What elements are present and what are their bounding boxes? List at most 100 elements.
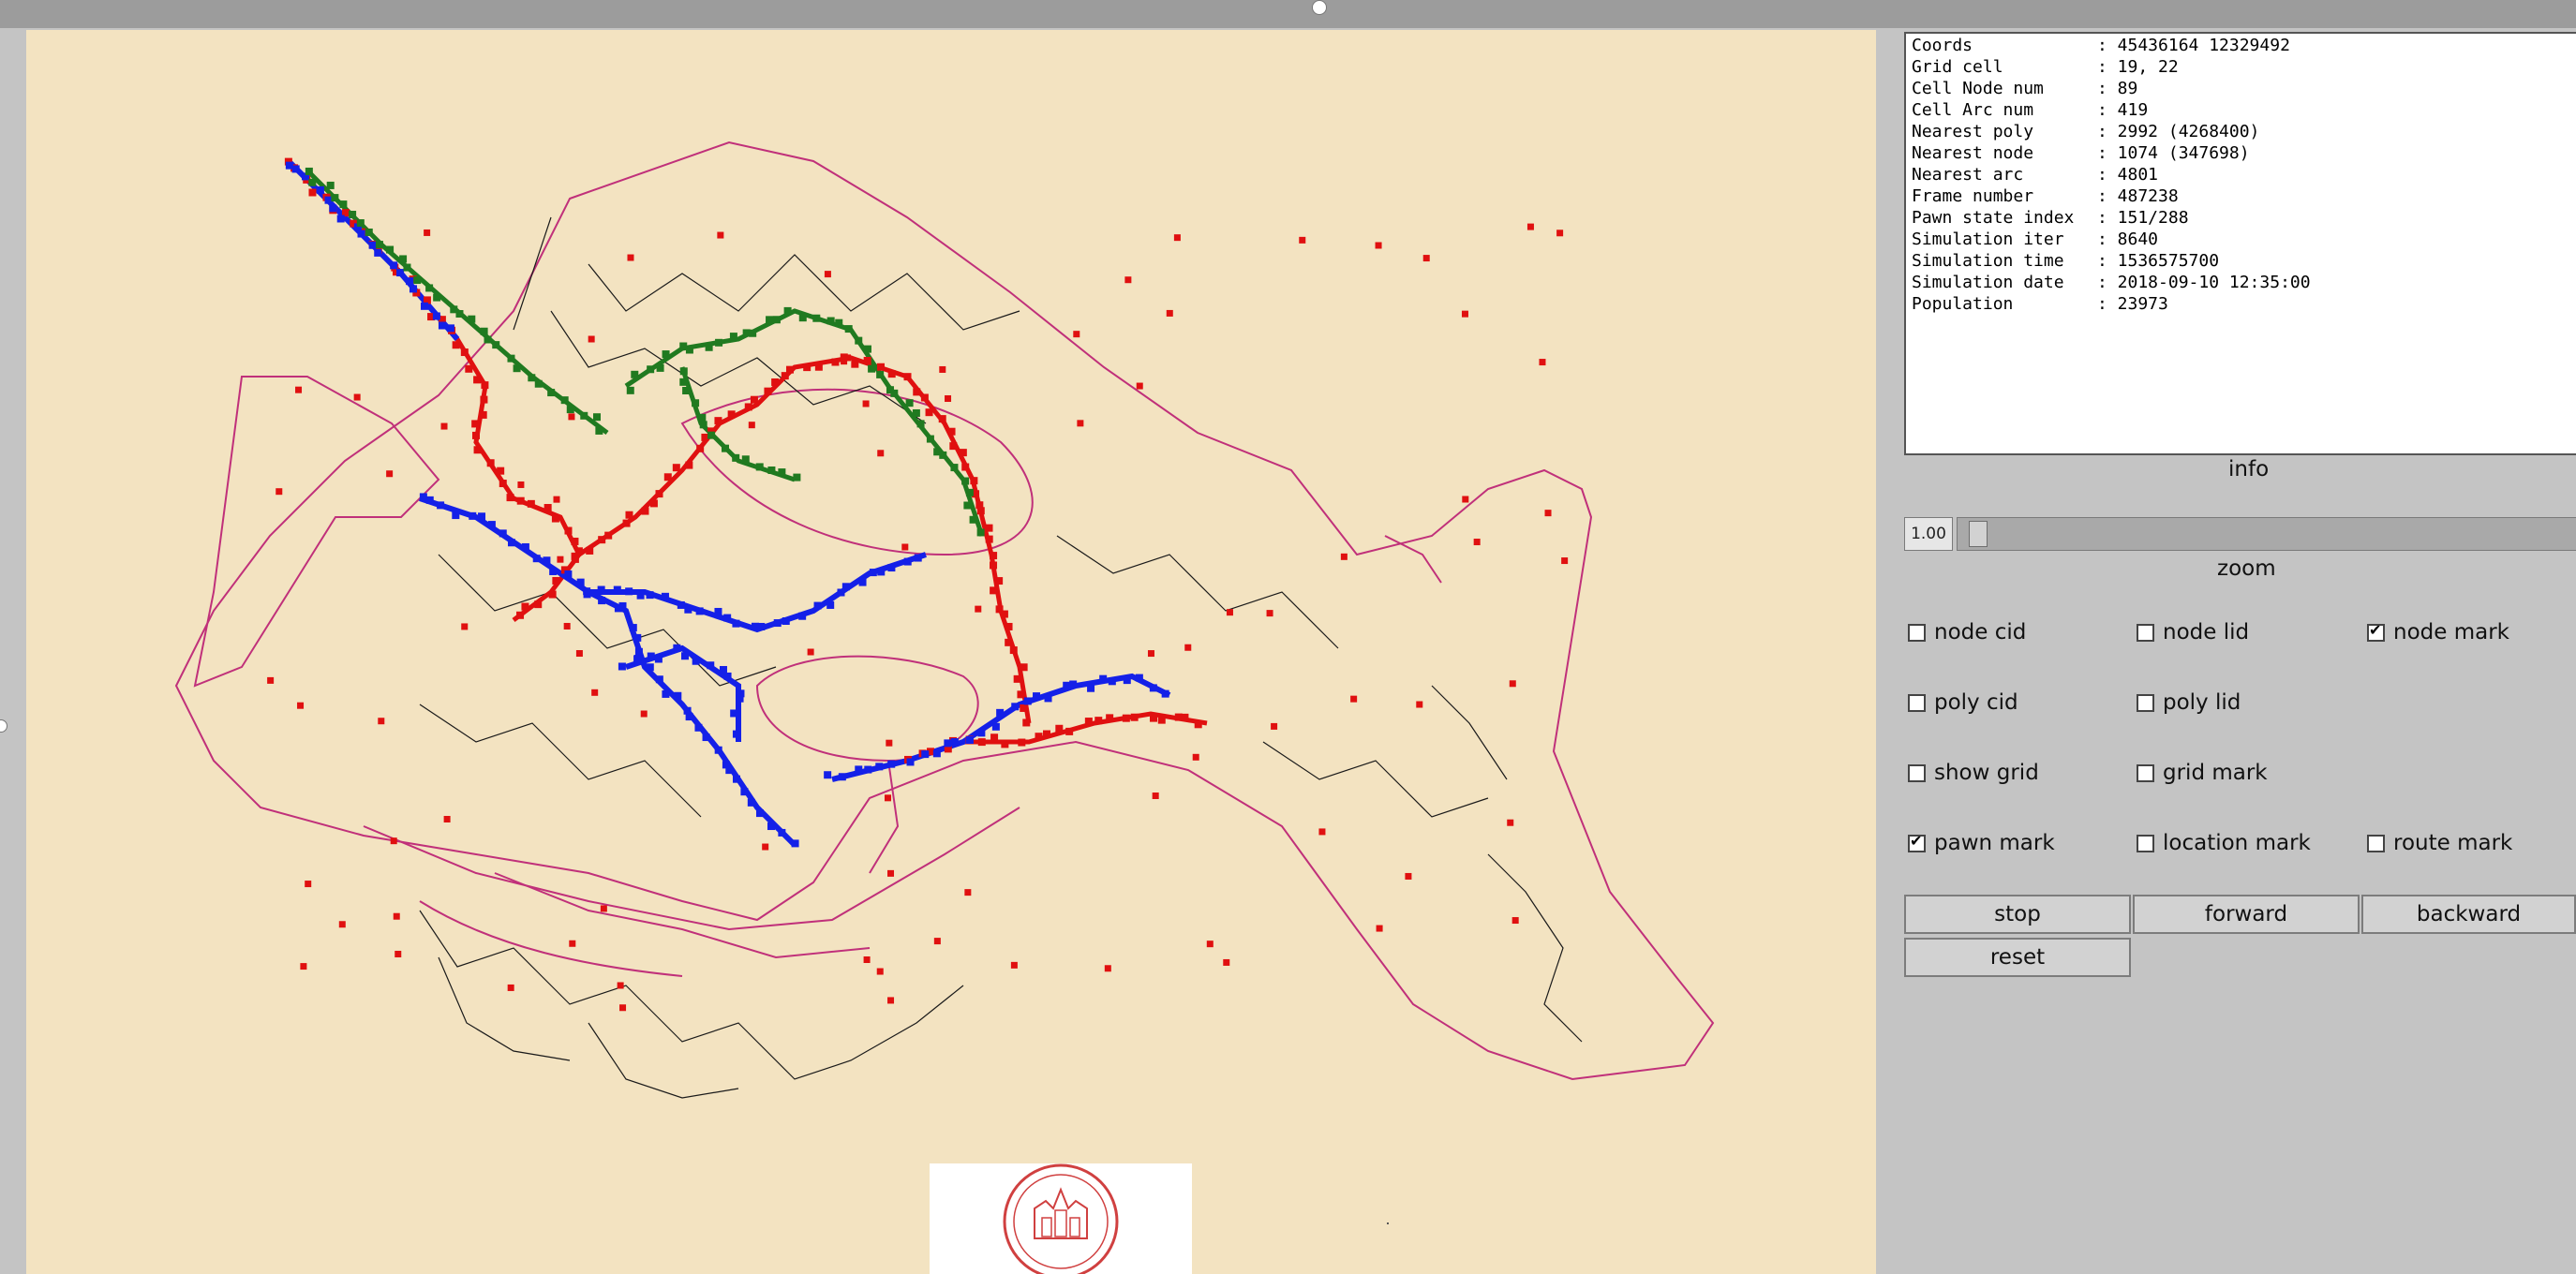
pawn-marker [438,321,446,330]
pawn-marker [521,602,529,611]
pawn-marker [1206,941,1214,948]
pawn-marker [308,188,317,197]
pawn-marker [876,363,885,371]
pawn-marker [598,597,606,605]
pawn-marker [1266,610,1273,617]
pawn-marker [564,526,573,535]
map-canvas[interactable] [26,30,1876,1274]
pawn-marker [1375,242,1382,249]
pawn-marker [1166,309,1173,317]
pawn-marker [977,729,986,737]
pawn-marker [424,229,431,236]
pawn-marker [613,585,621,594]
pawn-marker [1023,697,1032,705]
pawn-marker [1122,714,1130,722]
pawn-marker [349,211,357,219]
pawn-marker [465,364,473,373]
pawn-marker [841,583,850,591]
pawn-mark-checkbox[interactable]: pawn mark [1908,831,2055,855]
pawn-marker [1194,720,1202,729]
pawn-marker [1526,223,1534,230]
pawn-marker [677,600,685,609]
pawn-marker [437,501,445,510]
pawn-marker [378,718,385,725]
pawn-marker [717,231,724,239]
pawn-marker [1149,684,1157,692]
pawn-marker [516,496,525,505]
pawn-marker [617,982,624,989]
forward-button[interactable]: forward [2133,895,2360,934]
backward-button[interactable]: backward [2361,895,2576,934]
pawn-marker [649,499,658,508]
pawn-marker [939,451,947,459]
pawn-marker [945,394,952,402]
pawn-marker [646,663,654,672]
location-mark-checkbox[interactable]: location mark [2137,831,2311,855]
pawn-marker [365,228,373,236]
pawn-marker [506,494,514,502]
pawn-marker [1000,610,1008,618]
pawn-marker [527,499,535,508]
pawn-marker [1106,714,1114,722]
zoom-slider[interactable] [1957,517,2576,551]
pawn-marker [723,672,732,680]
node-cid-checkbox[interactable]: node cid [1908,620,2026,644]
pawn-marker [912,408,920,417]
pawn-marker [661,592,669,600]
pawn-marker [685,461,693,469]
resize-handle-left[interactable] [0,719,7,733]
pawn-marker [916,420,925,428]
stop-button[interactable]: stop [1904,895,2131,934]
pawn-marker [548,590,557,599]
pawn-marker [864,765,872,774]
pawn-marker [419,493,427,501]
pawn-marker [507,984,514,991]
pawn-marker [598,536,606,544]
info-line: Population: 23973 [1912,293,2571,315]
pawn-marker [295,386,303,393]
show-grid-checkbox[interactable]: show grid [1908,761,2039,785]
pawn-marker [409,285,417,293]
pawn-marker [1011,703,1020,711]
poly-lid-checkbox[interactable]: poly lid [2137,690,2241,715]
resize-handle-top[interactable] [1312,0,1327,15]
info-label: Grid cell [1912,57,2003,77]
node-mark-checkbox[interactable]: node mark [2367,620,2509,644]
pawn-marker [1561,557,1569,565]
info-line: Simulation time : 1536575700 [1912,250,2571,272]
pawn-marker [721,444,729,452]
pawn-marker [568,413,575,421]
pawn-marker [950,464,959,472]
info-line: Pawn state index: 151/288 [1912,207,2571,229]
route-mark-checkbox[interactable]: route mark [2367,831,2512,855]
poly-cid-checkbox[interactable]: poly cid [1908,690,2018,715]
pawn-marker [1350,695,1358,703]
zoom-slider-thumb[interactable] [1969,521,1988,547]
pawn-marker [995,577,1004,585]
pawn-marker [275,488,283,496]
pawn-marker [969,515,977,524]
pawn-marker [507,354,515,363]
venice-map-svg [174,141,1715,1099]
pawn-marker [492,341,500,349]
pawn-marker [772,316,781,324]
pawn-marker [767,466,776,474]
pawn-marker [1001,740,1009,748]
pawn-marker [1509,680,1516,688]
info-value: : 1536575700 [2097,251,2220,271]
info-label: Pawn state index [1912,208,2075,228]
pawn-marker [681,652,690,660]
pawn-marker [399,255,408,263]
grid-mark-checkbox[interactable]: grid mark [2137,761,2268,785]
pawn-marker [353,393,361,401]
pawn-marker [699,421,707,429]
info-label: Simulation time [1912,251,2064,271]
pawn-marker [855,336,863,345]
pawn-marker [749,329,757,337]
info-value: : 2018-09-10 12:35:00 [2097,273,2311,292]
node-lid-checkbox[interactable]: node lid [2137,620,2249,644]
street-network [419,216,1583,1099]
pawn-marker [547,389,556,397]
pawn-marker [1184,644,1192,651]
reset-button[interactable]: reset [1904,938,2131,977]
